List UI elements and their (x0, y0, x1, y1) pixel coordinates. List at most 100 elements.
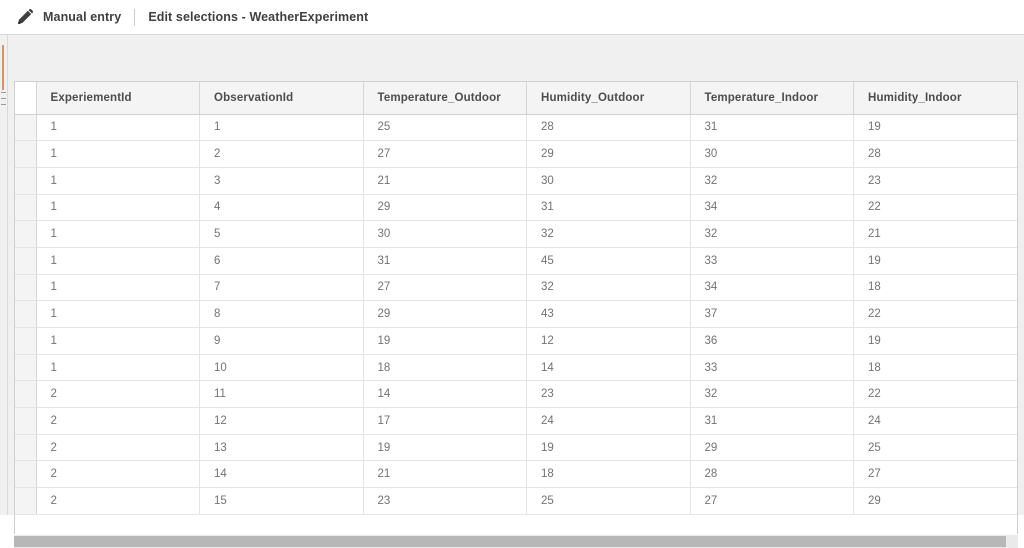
table-cell[interactable]: 1 (36, 140, 200, 168)
table-cell[interactable]: 23 (526, 380, 691, 409)
row-select-cell[interactable] (15, 140, 37, 168)
table-cell[interactable]: 18 (853, 274, 1017, 302)
table-row[interactable]: 2 13 19 19 29 25 (15, 434, 1017, 462)
row-select-cell[interactable] (15, 354, 37, 382)
table-cell[interactable]: 23 (363, 487, 527, 515)
table-row[interactable]: 1 2 27 29 30 28 (15, 140, 1017, 168)
table-cell[interactable]: 8 (199, 300, 364, 328)
horizontal-scrollbar-track[interactable] (14, 535, 1018, 548)
row-select-cell[interactable] (15, 274, 37, 302)
column-header-experiementid[interactable]: ExperiementId (36, 82, 200, 115)
table-cell[interactable]: 15 (199, 487, 364, 515)
data-table-container[interactable]: ExperiementId ObservationId Temperature_… (14, 81, 1018, 534)
table-cell[interactable]: 30 (690, 140, 854, 168)
table-cell[interactable]: 28 (853, 140, 1017, 168)
table-cell[interactable]: 32 (690, 380, 854, 409)
table-cell[interactable]: 33 (690, 247, 854, 275)
table-cell[interactable]: 21 (363, 167, 527, 195)
table-row[interactable]: 1 8 29 43 37 22 (15, 300, 1017, 328)
table-cell[interactable]: 10 (199, 354, 364, 382)
table-row[interactable]: 1 1 25 28 31 19 (15, 114, 1017, 142)
table-cell[interactable]: 24 (853, 407, 1017, 435)
column-header-temperature-outdoor[interactable]: Temperature_Outdoor (363, 82, 527, 115)
table-cell[interactable]: 19 (363, 327, 527, 355)
table-cell[interactable]: 19 (526, 434, 691, 462)
table-row[interactable]: 1 10 18 14 33 18 (15, 354, 1017, 382)
table-cell[interactable]: 22 (853, 380, 1017, 409)
table-cell[interactable]: 17 (363, 407, 527, 435)
table-cell[interactable]: 31 (690, 114, 854, 142)
table-cell[interactable]: 45 (526, 247, 691, 275)
row-select-header[interactable] (15, 82, 37, 115)
table-cell[interactable]: 6 (199, 247, 364, 275)
table-cell[interactable]: 12 (199, 407, 364, 435)
table-cell[interactable]: 22 (853, 194, 1017, 222)
table-cell[interactable]: 29 (363, 194, 527, 222)
table-cell[interactable]: 5 (199, 220, 364, 248)
column-header-observationid[interactable]: ObservationId (199, 82, 364, 115)
table-cell[interactable]: 4 (199, 194, 364, 222)
table-cell[interactable]: 2 (199, 140, 364, 168)
table-cell[interactable]: 3 (199, 167, 364, 195)
table-row[interactable]: 1 5 30 32 32 21 (15, 220, 1017, 248)
table-cell[interactable]: 25 (853, 434, 1017, 462)
table-cell[interactable]: 2 (36, 434, 200, 462)
table-cell[interactable]: 14 (199, 460, 364, 489)
row-select-cell[interactable] (15, 434, 37, 462)
table-cell[interactable]: 43 (526, 300, 691, 328)
table-cell[interactable]: 33 (690, 354, 854, 382)
table-cell[interactable]: 27 (853, 460, 1017, 489)
table-cell[interactable]: 19 (853, 327, 1017, 355)
row-select-cell[interactable] (15, 487, 37, 515)
table-cell[interactable]: 2 (36, 407, 200, 435)
table-cell[interactable]: 11 (199, 380, 364, 409)
table-cell[interactable]: 21 (853, 220, 1017, 248)
table-cell[interactable]: 2 (36, 460, 200, 489)
table-cell[interactable]: 21 (363, 460, 527, 489)
table-cell[interactable]: 32 (526, 274, 691, 302)
table-cell[interactable]: 19 (363, 434, 527, 462)
table-cell[interactable]: 25 (363, 114, 527, 142)
table-cell[interactable]: 1 (36, 167, 200, 195)
table-cell[interactable]: 36 (690, 327, 854, 355)
table-cell[interactable]: 1 (36, 114, 200, 142)
manual-entry-button[interactable]: Manual entry (0, 0, 121, 34)
table-cell[interactable]: 34 (690, 194, 854, 222)
table-cell[interactable]: 1 (36, 274, 200, 302)
table-cell[interactable]: 9 (199, 327, 364, 355)
table-cell[interactable]: 30 (363, 220, 527, 248)
row-select-cell[interactable] (15, 194, 37, 222)
table-cell[interactable]: 19 (853, 247, 1017, 275)
table-cell[interactable]: 27 (363, 274, 527, 302)
table-row[interactable]: 2 12 17 24 31 24 (15, 407, 1017, 435)
table-cell[interactable]: 29 (853, 487, 1017, 515)
drag-handle-grip[interactable] (1, 92, 6, 105)
row-select-cell[interactable] (15, 407, 37, 435)
table-row[interactable]: 1 6 31 45 33 19 (15, 247, 1017, 275)
table-cell[interactable]: 19 (853, 114, 1017, 142)
table-cell[interactable]: 23 (853, 167, 1017, 195)
table-cell[interactable]: 13 (199, 434, 364, 462)
row-select-cell[interactable] (15, 114, 37, 142)
table-cell[interactable]: 1 (36, 354, 200, 382)
table-cell[interactable]: 1 (36, 220, 200, 248)
row-select-cell[interactable] (15, 220, 37, 248)
table-cell[interactable]: 22 (853, 300, 1017, 328)
table-cell[interactable]: 27 (363, 140, 527, 168)
table-cell[interactable]: 30 (526, 167, 691, 195)
row-select-cell[interactable] (15, 327, 37, 355)
table-cell[interactable]: 28 (690, 460, 854, 489)
column-header-temperature-indoor[interactable]: Temperature_Indoor (690, 82, 854, 115)
row-select-cell[interactable] (15, 247, 37, 275)
table-cell[interactable]: 31 (690, 407, 854, 435)
table-cell[interactable]: 29 (690, 434, 854, 462)
table-cell[interactable]: 7 (199, 274, 364, 302)
row-select-cell[interactable] (15, 167, 37, 195)
horizontal-scrollbar-thumb[interactable] (14, 536, 1006, 547)
table-cell[interactable]: 25 (526, 487, 691, 515)
table-cell[interactable]: 27 (690, 487, 854, 515)
table-cell[interactable]: 1 (199, 114, 364, 142)
table-cell[interactable]: 32 (526, 220, 691, 248)
table-cell[interactable]: 18 (853, 354, 1017, 382)
table-cell[interactable]: 32 (690, 220, 854, 248)
